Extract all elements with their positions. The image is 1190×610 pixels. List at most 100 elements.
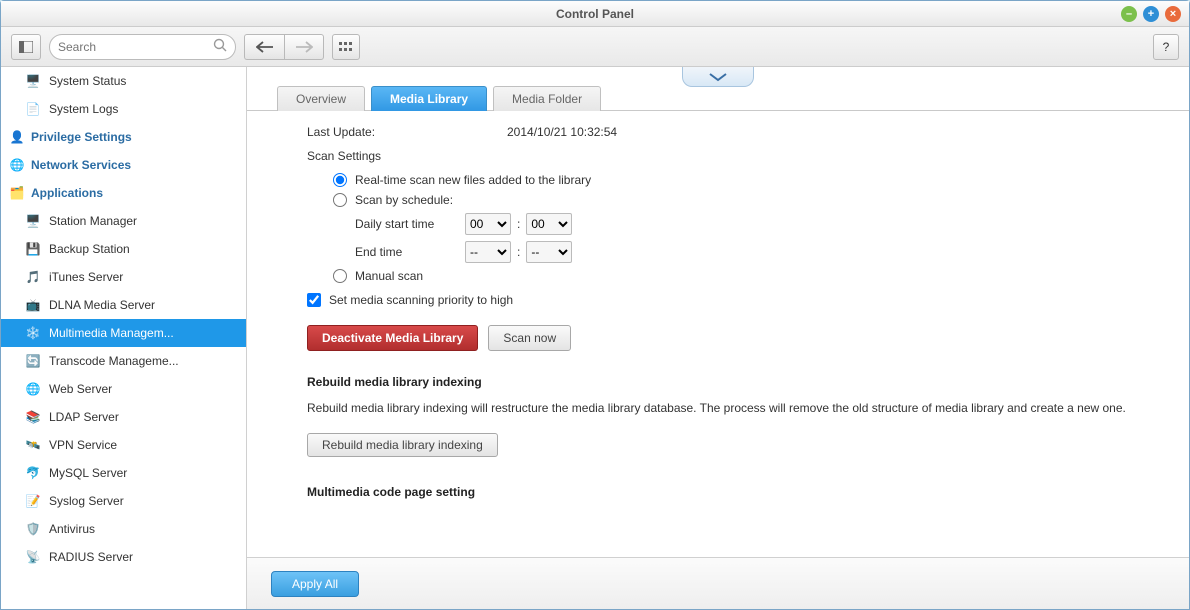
sidebar-group-network[interactable]: 🌐 Network Services — [1, 151, 246, 179]
sidebar-item-system-status[interactable]: 🖥️ System Status — [1, 67, 246, 95]
option-manual[interactable]: Manual scan — [333, 269, 1149, 283]
radio-schedule[interactable] — [333, 193, 347, 207]
daily-start-hour[interactable]: 00 — [465, 213, 511, 235]
user-icon: 👤 — [9, 129, 25, 145]
arrow-right-icon — [295, 41, 313, 53]
footer: Apply All — [247, 557, 1189, 609]
rebuild-button[interactable]: Rebuild media library indexing — [307, 433, 498, 457]
antivirus-icon: 🛡️ — [25, 521, 41, 537]
sidebar-item-label: MySQL Server — [49, 466, 127, 480]
control-panel-window: Control Panel – + × — [0, 0, 1190, 610]
forward-button[interactable] — [284, 34, 324, 60]
monitor-icon: 🖥️ — [25, 73, 41, 89]
sidebar-item-label: DLNA Media Server — [49, 298, 155, 312]
itunes-icon: 🎵 — [25, 269, 41, 285]
mysql-icon: 🐬 — [25, 465, 41, 481]
apply-all-button[interactable]: Apply All — [271, 571, 359, 597]
window-title: Control Panel — [1, 7, 1189, 21]
sidebar-item-label: System Status — [49, 74, 126, 88]
tab-label: Overview — [296, 92, 346, 106]
time-colon: : — [517, 217, 520, 231]
search-field[interactable] — [49, 34, 236, 60]
maximize-button[interactable]: + — [1143, 6, 1159, 22]
sidebar-group-applications[interactable]: 🗂️Applications — [1, 179, 246, 207]
radio-realtime[interactable] — [333, 173, 347, 187]
codepage-heading: Multimedia code page setting — [307, 485, 1149, 499]
daily-start-min[interactable]: 00 — [526, 213, 572, 235]
titlebar: Control Panel – + × — [1, 1, 1189, 27]
sidebar-item-vpn[interactable]: 🛰️VPN Service — [1, 431, 246, 459]
back-button[interactable] — [244, 34, 284, 60]
sidebar-item-web-server[interactable]: 🌐 Web Server — [1, 375, 246, 403]
sidebar-item-label: RADIUS Server — [49, 550, 133, 564]
radio-manual[interactable] — [333, 269, 347, 283]
search-input[interactable] — [58, 40, 213, 54]
sidebar-item-label: Antivirus — [49, 522, 95, 536]
dropdown-handle[interactable] — [682, 67, 754, 87]
rebuild-description: Rebuild media library indexing will rest… — [307, 399, 1149, 417]
tab-media-library[interactable]: Media Library — [371, 86, 487, 111]
sidebar-item-station-manager[interactable]: 🖥️ Station Manager — [1, 207, 246, 235]
scan-settings-label: Scan Settings — [307, 149, 1149, 163]
dlna-icon: 📺 — [25, 297, 41, 313]
sidebar-item-mysql[interactable]: 🐬 MySQL Server — [1, 459, 246, 487]
main-panel: Overview Media Library Media Folder Last… — [247, 67, 1189, 609]
sidebar-item-label: Station Manager — [49, 214, 137, 228]
apps-button[interactable] — [332, 34, 360, 60]
sidebar-group-label: Network Services — [31, 158, 131, 172]
sidebar-item-transcode[interactable]: 🔄Transcode Manageme... — [1, 347, 246, 375]
radio-label: Real-time scan new files added to the li… — [355, 173, 591, 187]
sidebar-toggle-button[interactable] — [11, 34, 41, 60]
sidebar-scroll[interactable]: 🖥️ System Status 📄System Logs 👤Privilege … — [1, 67, 246, 609]
help-icon: ? — [1163, 40, 1170, 54]
priority-row[interactable]: Set media scanning priority to high — [307, 293, 1149, 307]
daily-start-label: Daily start time — [355, 217, 459, 231]
tab-overview[interactable]: Overview — [277, 86, 365, 111]
sidebar-item-antivirus[interactable]: 🛡️ Antivirus — [1, 515, 246, 543]
sidebar-group-privilege[interactable]: 👤Privilege Settings — [1, 123, 246, 151]
scan-now-button[interactable]: Scan now — [488, 325, 571, 351]
radio-label: Manual scan — [355, 269, 423, 283]
last-update-row: Last Update: 2014/10/21 10:32:54 — [307, 125, 1149, 139]
deactivate-button[interactable]: Deactivate Media Library — [307, 325, 478, 351]
web-icon: 🌐 — [25, 381, 41, 397]
chevron-down-icon — [708, 72, 728, 82]
sidebar-item-multimedia-management[interactable]: ❄️Multimedia Managem... — [1, 319, 246, 347]
end-time-hour[interactable]: -- — [465, 241, 511, 263]
sidebar-item-syslog[interactable]: 📝Syslog Server — [1, 487, 246, 515]
sidebar-item-system-logs[interactable]: 📄System Logs — [1, 95, 246, 123]
end-time-min[interactable]: -- — [526, 241, 572, 263]
close-button[interactable]: × — [1165, 6, 1181, 22]
tab-media-folder[interactable]: Media Folder — [493, 86, 601, 111]
action-button-row: Deactivate Media Library Scan now — [307, 325, 1149, 351]
ldap-icon: 📚 — [25, 409, 41, 425]
sidebar-item-radius[interactable]: 📡RADIUS Server — [1, 543, 246, 571]
button-label: Rebuild media library indexing — [322, 438, 483, 452]
help-button[interactable]: ? — [1153, 34, 1179, 60]
checkbox-priority[interactable] — [307, 293, 321, 307]
station-icon: 🖥️ — [25, 213, 41, 229]
daily-start-row: Daily start time 00 : 00 — [355, 213, 1149, 235]
sidebar-item-itunes[interactable]: 🎵 iTunes Server — [1, 263, 246, 291]
grid-icon — [339, 42, 353, 52]
sidebar-item-label: Transcode Manageme... — [49, 354, 179, 368]
globe-icon: 🌐 — [9, 157, 25, 173]
sidebar-group-label: Applications — [31, 186, 103, 200]
log-icon: 📄 — [25, 101, 41, 117]
content-scroll[interactable]: Last Update: 2014/10/21 10:32:54 Scan Se… — [247, 111, 1189, 557]
button-label: Scan now — [503, 331, 556, 345]
nav-buttons — [244, 34, 324, 60]
toolbar: ? — [1, 27, 1189, 67]
option-schedule[interactable]: Scan by schedule: — [333, 193, 1149, 207]
option-realtime[interactable]: Real-time scan new files added to the li… — [333, 173, 1149, 187]
sidebar-item-ldap[interactable]: 📚LDAP Server — [1, 403, 246, 431]
sidebar-item-backup-station[interactable]: 💾Backup Station — [1, 235, 246, 263]
sidebar-item-label: Backup Station — [49, 242, 130, 256]
sidebar-item-dlna[interactable]: 📺 DLNA Media Server — [1, 291, 246, 319]
sidebar-item-label: Web Server — [49, 382, 112, 396]
vpn-icon: 🛰️ — [25, 437, 41, 453]
panel-icon — [19, 41, 33, 53]
sidebar-item-label: iTunes Server — [49, 270, 123, 284]
end-time-label: End time — [355, 245, 459, 259]
minimize-button[interactable]: – — [1121, 6, 1137, 22]
